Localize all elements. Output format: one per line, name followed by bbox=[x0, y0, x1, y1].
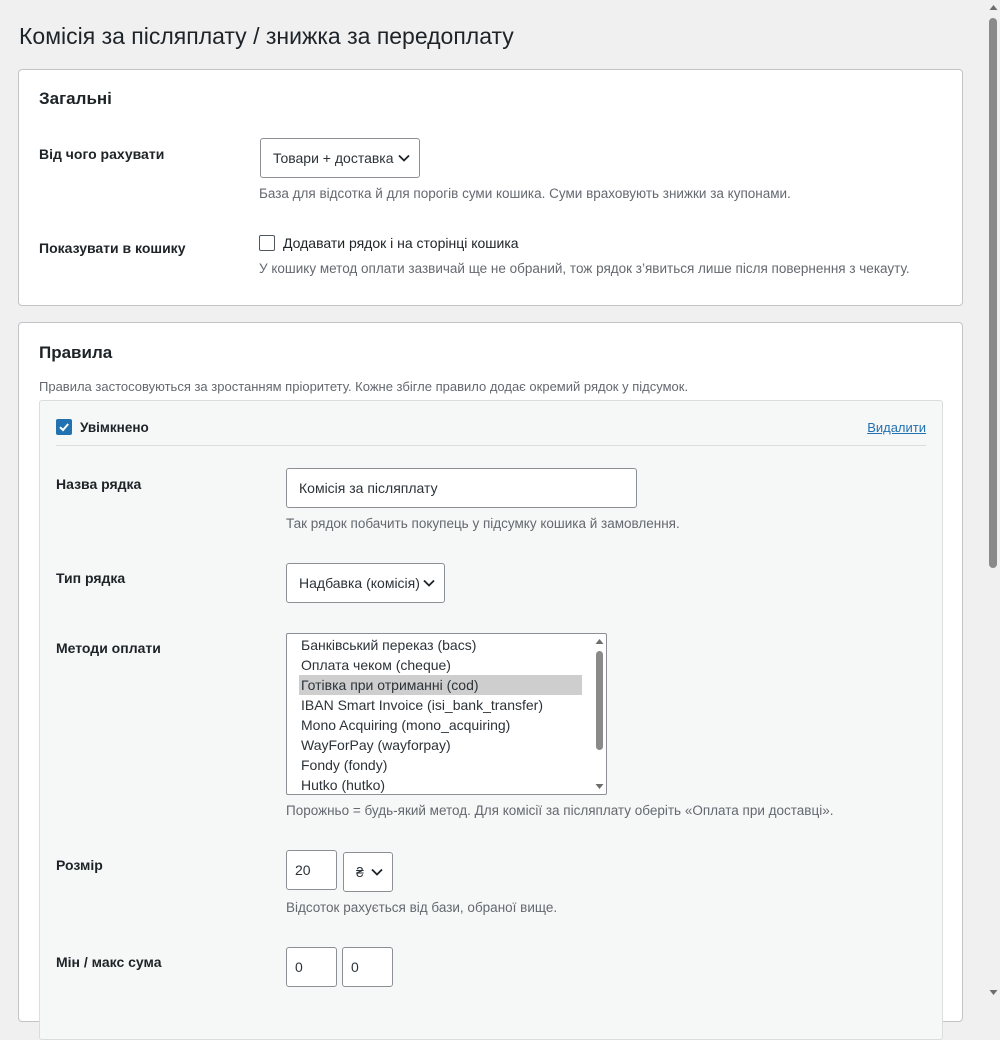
cart-checkbox-label[interactable]: Додавати рядок і на сторінці кошика bbox=[283, 235, 519, 251]
rule-max-input[interactable]: 0 bbox=[342, 947, 393, 987]
rule-size-unit-value: ₴ bbox=[356, 864, 364, 880]
general-heading: Загальні bbox=[39, 89, 112, 108]
payment-methods-label: Методи оплати bbox=[56, 640, 161, 656]
page-scroll-thumb[interactable] bbox=[989, 18, 997, 568]
chevron-down-icon bbox=[423, 579, 435, 587]
listbox-scroll-thumb[interactable] bbox=[596, 651, 603, 750]
rule-type-value: Надбавка (комісія) bbox=[299, 575, 420, 591]
payment-method-option[interactable]: Hutko (hutko) bbox=[299, 775, 582, 794]
rule-name-input[interactable]: Комісія за післяплату bbox=[286, 468, 637, 508]
rule-divider bbox=[56, 445, 926, 446]
base-select[interactable]: Товари + доставка bbox=[260, 138, 420, 178]
cart-description: У кошику метод оплати зазвичай ще не обр… bbox=[259, 261, 910, 276]
rule-type-label: Тип рядка bbox=[56, 570, 126, 586]
rule-name-description: Так рядок побачить покупець у підсумку к… bbox=[286, 516, 680, 531]
payment-methods-description: Порожньо = будь-який метод. Для комісії … bbox=[286, 803, 834, 818]
rule-size-unit-select[interactable]: ₴ bbox=[343, 852, 393, 892]
chevron-down-icon bbox=[371, 868, 383, 876]
rule-enabled-checkbox[interactable] bbox=[56, 419, 72, 435]
cart-label: Показувати в кошику bbox=[39, 240, 186, 256]
payment-method-option[interactable]: Оплата чеком (cheque) bbox=[299, 655, 582, 675]
rules-heading: Правила bbox=[39, 343, 113, 362]
payment-method-option-selected[interactable]: Готівка при отриманні (cod) bbox=[299, 675, 582, 695]
scroll-up-arrow-icon[interactable] bbox=[989, 4, 998, 11]
base-select-value: Товари + доставка bbox=[273, 150, 394, 166]
rule-size-input[interactable]: 20 bbox=[286, 850, 337, 890]
payment-method-option[interactable]: IBAN Smart Invoice (isi_bank_transfer) bbox=[299, 695, 582, 715]
delete-rule-link[interactable]: Видалити bbox=[867, 420, 926, 435]
checkmark-icon bbox=[59, 423, 69, 432]
scroll-up-arrow-icon[interactable] bbox=[595, 638, 604, 645]
rule-panel: Увімкнено Видалити Назва рядка Комісія з… bbox=[39, 400, 943, 1040]
listbox-scrollbar[interactable] bbox=[592, 634, 606, 794]
rule-minmax-label: Мін / макс сума bbox=[56, 954, 162, 970]
page-title: Комісія за післяплату / знижка за передо… bbox=[19, 23, 514, 49]
rule-size-label: Розмір bbox=[56, 857, 103, 873]
rule-size-description: Відсоток рахується від бази, обраної вищ… bbox=[286, 900, 558, 915]
scroll-down-arrow-icon[interactable] bbox=[595, 783, 604, 790]
page-scrollbar[interactable] bbox=[986, 0, 1000, 1000]
chevron-down-icon bbox=[398, 154, 410, 162]
payment-method-option[interactable]: WayForPay (wayforpay) bbox=[299, 735, 582, 755]
base-description: База для відсотка й для порогів суми кош… bbox=[259, 186, 791, 201]
rule-name-label: Назва рядка bbox=[56, 476, 142, 492]
rules-intro: Правила застосовуються за зростанням прі… bbox=[39, 379, 689, 394]
payment-method-option[interactable]: Mono Acquiring (mono_acquiring) bbox=[299, 715, 582, 735]
general-settings-card: Загальні Від чого рахувати Товари + дост… bbox=[18, 69, 963, 306]
payment-method-option[interactable]: Fondy (fondy) bbox=[299, 755, 582, 775]
cart-checkbox[interactable] bbox=[259, 235, 275, 251]
payment-methods-listbox[interactable]: Банківський переказ (bacs) Оплата чеком … bbox=[286, 633, 607, 795]
payment-method-option[interactable]: Банківський переказ (bacs) bbox=[299, 635, 582, 655]
rules-card: Правила Правила застосовуються за зроста… bbox=[18, 322, 963, 1040]
rule-type-select[interactable]: Надбавка (комісія) bbox=[286, 563, 445, 603]
rule-enabled-label[interactable]: Увімкнено bbox=[80, 420, 149, 435]
base-label: Від чого рахувати bbox=[39, 146, 165, 162]
scroll-down-arrow-icon[interactable] bbox=[989, 989, 998, 996]
rule-min-input[interactable]: 0 bbox=[286, 947, 337, 987]
